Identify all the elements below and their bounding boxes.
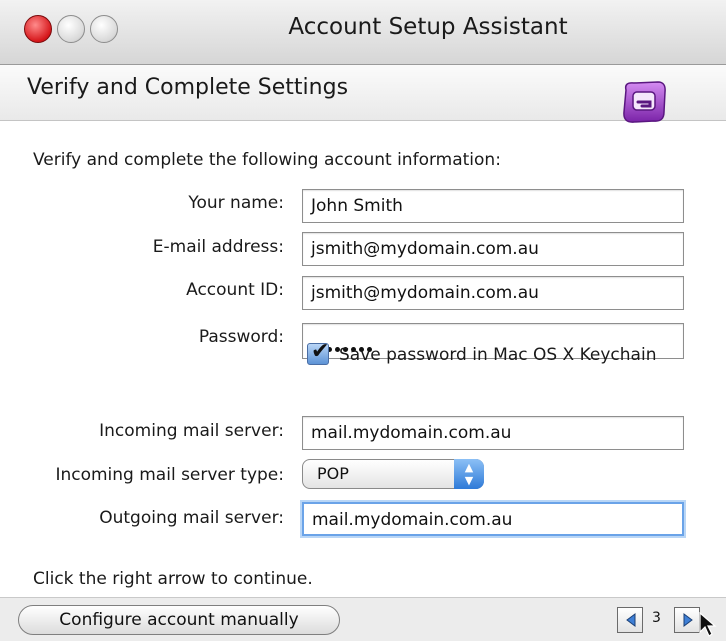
mouse-cursor-icon — [699, 612, 717, 637]
checkmark-icon: ✔ — [311, 339, 330, 364]
zoom-window-button[interactable] — [90, 15, 118, 43]
window-title: Account Setup Assistant — [288, 14, 568, 40]
entourage-logo-icon — [623, 81, 666, 123]
left-arrow-icon — [626, 613, 636, 627]
continue-instruction: Click the right arrow to continue. — [33, 569, 313, 589]
configure-manually-button[interactable]: Configure account manually — [18, 605, 340, 635]
name-field[interactable]: John Smith — [302, 189, 684, 223]
right-arrow-icon — [683, 613, 693, 627]
account-id-label: Account ID: — [186, 280, 284, 300]
incoming-server-label: Incoming mail server: — [99, 421, 284, 441]
page-number: 3 — [652, 610, 661, 626]
next-page-button[interactable] — [674, 607, 700, 633]
page-title: Verify and Complete Settings — [27, 75, 349, 100]
minimize-window-button[interactable] — [57, 15, 85, 43]
outgoing-server-field[interactable]: mail.mydomain.com.au — [302, 502, 684, 536]
save-password-checkbox[interactable]: ✔ — [307, 339, 329, 365]
close-window-button[interactable] — [24, 15, 52, 43]
incoming-type-label: Incoming mail server type: — [55, 465, 284, 485]
email-field[interactable]: jsmith@mydomain.com.au — [302, 232, 684, 266]
name-label: Your name: — [188, 193, 284, 213]
assistant-header: Verify and Complete Settings — [0, 65, 726, 121]
incoming-type-popup[interactable]: POP ▲ ▼ — [302, 459, 484, 489]
password-label: Password: — [198, 327, 284, 347]
account-id-field[interactable]: jsmith@mydomain.com.au — [302, 276, 684, 310]
email-label: E-mail address: — [152, 237, 284, 257]
updown-arrows-icon: ▲ ▼ — [454, 459, 484, 489]
incoming-type-value: POP — [317, 464, 349, 483]
title-bar[interactable]: Account Setup Assistant — [0, 0, 726, 65]
incoming-server-field[interactable]: mail.mydomain.com.au — [302, 416, 684, 450]
account-setup-window: Account Setup Assistant Verify and Compl… — [0, 0, 726, 641]
save-password-label[interactable]: Save password in Mac OS X Keychain — [339, 345, 656, 365]
outgoing-server-label: Outgoing mail server: — [99, 508, 284, 528]
previous-page-button[interactable] — [617, 607, 643, 633]
intro-text: Verify and complete the following accoun… — [33, 150, 501, 170]
